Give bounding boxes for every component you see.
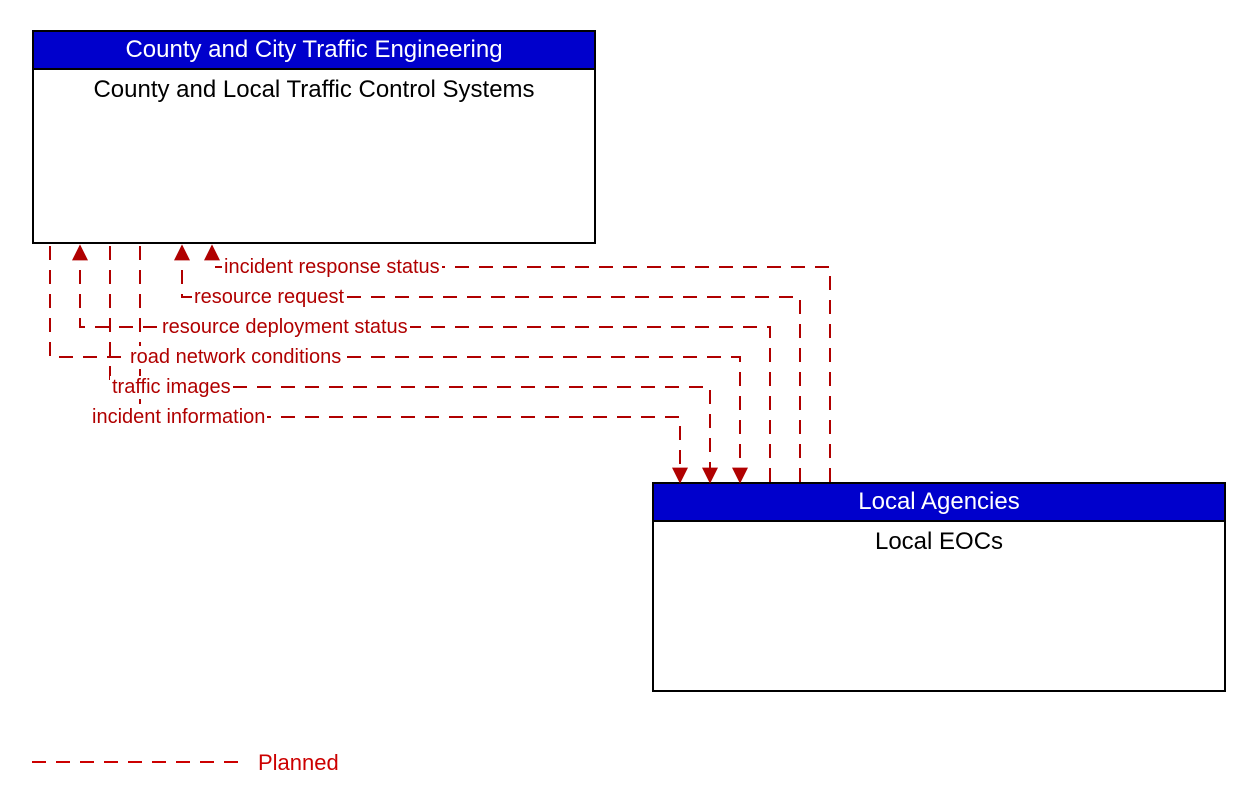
flow-label-traffic-images: traffic images: [110, 376, 233, 399]
flow-label-road-network-conditions: road network conditions: [128, 346, 343, 369]
flow-label-resource-deployment-status: resource deployment status: [160, 316, 410, 339]
box-local-eocs-body: Local EOCs: [654, 522, 1224, 562]
legend-planned-label: Planned: [258, 750, 339, 776]
box-local-eocs: Local Agencies Local EOCs: [652, 482, 1226, 692]
box-county-traffic-body: County and Local Traffic Control Systems: [34, 70, 594, 110]
box-county-traffic: County and City Traffic Engineering Coun…: [32, 30, 596, 244]
box-county-traffic-header: County and City Traffic Engineering: [34, 32, 594, 70]
box-local-eocs-header: Local Agencies: [654, 484, 1224, 522]
flow-label-incident-information: incident information: [90, 406, 267, 429]
flow-label-incident-response-status: incident response status: [222, 256, 442, 279]
flow-label-resource-request: resource request: [192, 286, 346, 309]
